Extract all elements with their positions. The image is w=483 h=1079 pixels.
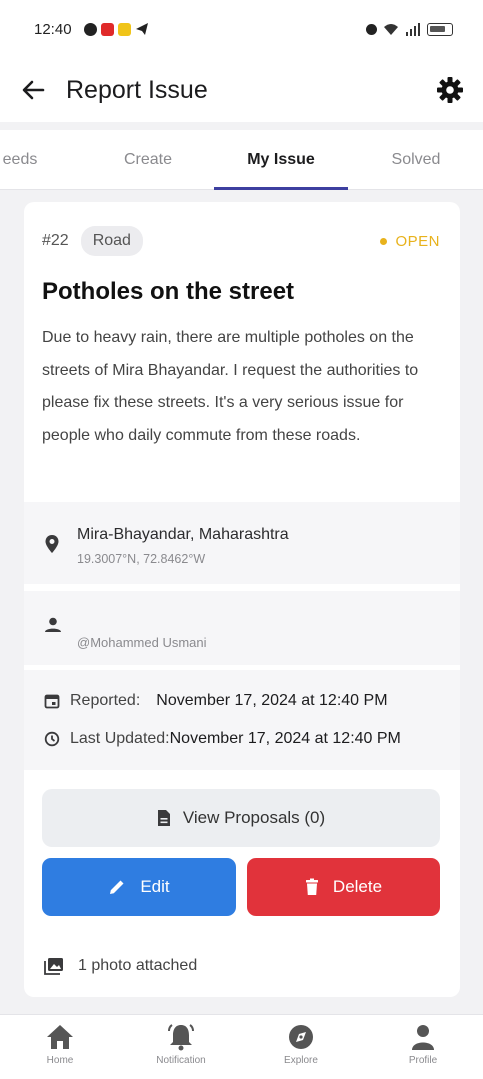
nav-profile[interactable]: Profile — [375, 1023, 471, 1066]
status-time: 12:40 — [34, 20, 72, 38]
view-proposals-button[interactable]: View Proposals (0) — [42, 789, 440, 847]
tab-feeds[interactable]: eeds — [0, 130, 60, 190]
tab-create[interactable]: Create — [100, 130, 196, 190]
settings-button[interactable] — [433, 73, 467, 107]
updated-value: November 17, 2024 at 12:40 PM — [169, 730, 401, 747]
delete-label: Delete — [332, 877, 383, 896]
back-button[interactable] — [16, 73, 50, 107]
person-icon — [45, 617, 61, 632]
signal-icon — [406, 22, 420, 36]
nav-explore-label: Explore — [284, 1055, 318, 1066]
arrow-left-icon — [22, 80, 45, 100]
pencil-icon — [110, 880, 124, 894]
app-bar: Report Issue — [0, 58, 483, 122]
view-proposals-label: View Proposals (0) — [182, 808, 326, 827]
attachments-label: 1 photo attached — [78, 957, 198, 974]
nav-home[interactable]: Home — [12, 1023, 108, 1066]
nav-home-label: Home — [46, 1055, 74, 1066]
dates-section: Reported: November 17, 2024 at 12:40 PM … — [24, 670, 460, 770]
issue-title: Potholes on the street — [42, 278, 295, 305]
nav-notification[interactable]: Notification — [133, 1023, 229, 1066]
youtube-icon — [100, 22, 114, 36]
issue-card: #22 Road OPEN Potholes on the street Due… — [24, 202, 460, 997]
tab-solved[interactable]: Solved — [372, 130, 460, 190]
edit-button[interactable]: Edit — [42, 858, 236, 916]
reported-label: Reported: — [70, 692, 141, 709]
bell-icon — [168, 1024, 194, 1051]
system-icons — [366, 22, 453, 36]
status-bar: 12:40 — [0, 0, 483, 58]
issue-header: #22 Road OPEN — [42, 224, 440, 258]
home-icon — [47, 1025, 73, 1049]
gear-icon — [437, 77, 463, 103]
nav-profile-label: Profile — [408, 1055, 438, 1066]
attachments-info: 1 photo attached — [44, 957, 197, 975]
alarm-icon — [366, 23, 377, 35]
compass-icon — [289, 1025, 313, 1049]
edit-label: Edit — [140, 877, 170, 896]
nav-explore[interactable]: Explore — [253, 1023, 349, 1066]
issue-number: #22 — [42, 232, 69, 249]
wifi-icon — [384, 23, 398, 35]
calendar-icon — [44, 694, 60, 709]
location-section: Mira-Bhayandar, Maharashtra 19.3007°N, 7… — [24, 502, 460, 584]
person-icon — [412, 1025, 434, 1050]
updated-row: Last Updated: November 17, 2024 at 12:40… — [44, 730, 401, 748]
page-title: Report Issue — [66, 75, 208, 104]
issue-description: Due to heavy rain, there are multiple po… — [42, 329, 419, 444]
telegram-icon — [135, 23, 148, 35]
notification-icons — [83, 22, 149, 36]
tab-my-issue[interactable]: My Issue — [214, 130, 348, 190]
message-icon — [117, 22, 131, 36]
category-chip: Road — [80, 226, 143, 256]
active-tab-indicator — [214, 187, 348, 190]
updated-label: Last Updated: — [70, 730, 170, 747]
bottom-navigation: Home Notification Explore Profile — [0, 1014, 483, 1079]
photo-library-icon — [44, 958, 63, 975]
status-badge: OPEN — [380, 233, 440, 250]
tab-bar: eeds Create My Issue Solved — [0, 130, 483, 190]
history-icon — [44, 731, 60, 747]
status-label: OPEN — [395, 232, 440, 250]
trash-icon — [305, 878, 318, 895]
reporter-section: @Mohammed Usmani — [24, 591, 460, 665]
location-pin-icon — [45, 535, 59, 553]
reported-value: November 17, 2024 at 12:40 PM — [156, 692, 388, 709]
status-dot — [380, 237, 388, 245]
app-notification-icon — [83, 22, 97, 36]
nav-notification-label: Notification — [156, 1055, 206, 1066]
location-name: Mira-Bhayandar, Maharashtra — [77, 526, 289, 543]
document-icon — [157, 810, 170, 826]
reporter-handle: @Mohammed Usmani — [77, 635, 207, 650]
delete-button[interactable]: Delete — [247, 858, 440, 916]
reported-row: Reported: November 17, 2024 at 12:40 PM — [44, 692, 388, 710]
location-coords: 19.3007°N, 72.8462°W — [77, 552, 206, 566]
battery-icon — [427, 22, 453, 36]
